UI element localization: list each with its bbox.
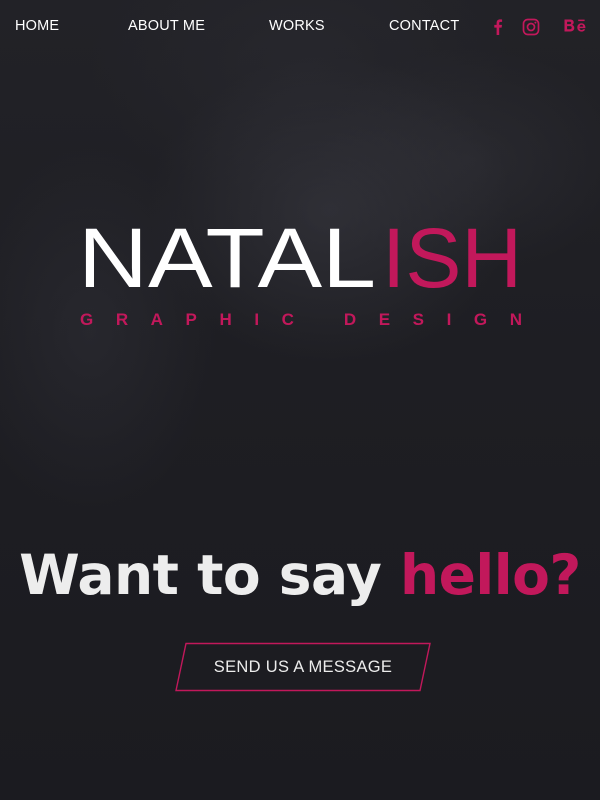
nav-about-link[interactable]: ABOUT ME — [128, 18, 205, 34]
hero-headline: Want to say hello? — [0, 538, 600, 612]
nav-works-link[interactable]: WORKS — [269, 18, 325, 34]
nav-contact-link[interactable]: CONTACT — [389, 18, 459, 34]
instagram-icon[interactable] — [520, 16, 542, 38]
logo-name-pink: ISH — [382, 211, 522, 305]
logo-tagline: GRAPHIC DESIGN — [80, 310, 522, 329]
behance-icon[interactable] — [563, 15, 589, 37]
headline-white-part: Want to say — [19, 543, 400, 607]
send-message-label: SEND US A MESSAGE — [213, 658, 393, 676]
facebook-icon[interactable] — [487, 16, 509, 38]
headline-pink-part: hello? — [399, 543, 581, 607]
nav-home-link[interactable]: HOME — [15, 18, 59, 34]
top-navigation: HOME ABOUT ME WORKS CONTACT — [0, 0, 600, 54]
send-message-button[interactable]: SEND US A MESSAGE — [174, 642, 432, 692]
logo-name-white: NATAL — [78, 211, 376, 305]
brand-logo: NATAL ISH GRAPHIC DESIGN — [60, 205, 540, 345]
